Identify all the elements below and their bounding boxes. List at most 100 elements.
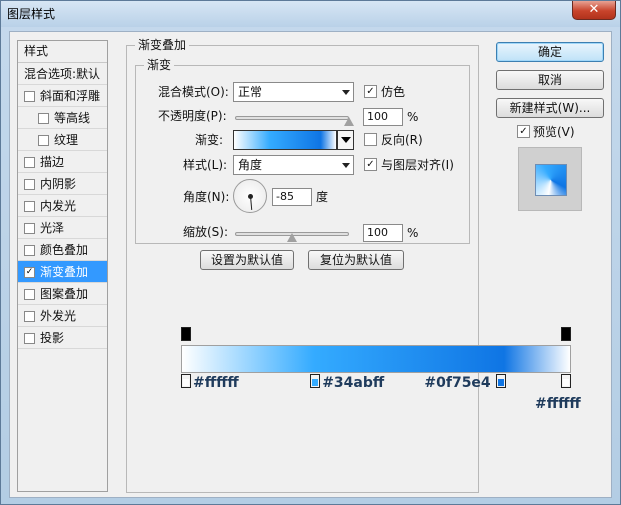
opacity-unit: % [407,110,419,124]
preview-checkbox[interactable]: ✓ [517,125,530,138]
reverse-label: 反向(R) [381,133,423,147]
color-stop-label-1: #34abff [322,375,385,391]
style-item-label: 图案叠加 [40,287,89,301]
style-list: 样式 混合选项:默认 斜面和浮雕等高线纹理描边内阴影内发光光泽颜色叠加 ✓ 渐变叠加… [17,40,108,492]
ok-button[interactable]: 确定 [496,42,604,62]
style-item-label: 外发光 [40,309,77,323]
checkmark-icon: ✓ [366,86,375,97]
color-stop-1[interactable] [310,374,321,388]
style-item-8[interactable]: ✓ 渐变叠加 [18,261,107,283]
blend-options-item[interactable]: 混合选项:默认 [18,63,107,85]
style-item-1[interactable]: 等高线 [18,107,107,129]
color-stop-label-2: #0f75e4 [424,375,491,391]
align-with-layer-checkbox[interactable]: ✓ [364,158,377,171]
blend-mode-label: 混合模式(O): [158,85,229,99]
style-item-checkbox[interactable] [38,113,49,124]
gradient-style-select[interactable]: 角度 [233,155,354,175]
style-item-0[interactable]: 斜面和浮雕 [18,85,107,107]
style-item-6[interactable]: 光泽 [18,217,107,239]
make-default-button[interactable]: 设置为默认值 [200,250,294,270]
layer-style-dialog: 图层样式 ✕ 样式 混合选项:默认 斜面和浮雕等高线纹理描边内阴影内发光光泽颜色… [0,0,621,505]
style-item-3[interactable]: 描边 [18,151,107,173]
style-item-checkbox[interactable] [24,311,35,322]
style-item-checkbox[interactable] [24,223,35,234]
style-label: 样式(L): [183,158,228,172]
style-item-checkbox[interactable] [24,179,35,190]
color-stop-3[interactable] [561,374,571,388]
style-item-checkbox[interactable]: ✓ [24,267,35,278]
gradient-swatch[interactable] [233,130,337,150]
color-stop-0[interactable] [181,374,191,388]
cancel-button[interactable]: 取消 [496,70,604,90]
style-item-5[interactable]: 内发光 [18,195,107,217]
scale-unit: % [407,226,419,240]
angle-label: 角度(N): [183,190,230,204]
angle-input[interactable]: -85 [272,188,312,206]
angle-dial[interactable] [233,179,267,213]
dither-label: 仿色 [381,85,406,99]
style-item-label: 投影 [40,331,65,345]
style-item-label: 颜色叠加 [40,243,89,257]
reverse-checkbox[interactable] [364,133,377,146]
scale-label: 缩放(S): [183,225,229,239]
style-item-label: 斜面和浮雕 [40,89,101,103]
close-button[interactable]: ✕ [572,1,616,20]
style-item-checkbox[interactable] [24,289,35,300]
style-item-label: 描边 [40,155,65,169]
style-item-label: 光泽 [40,221,65,235]
style-item-checkbox[interactable] [24,245,35,256]
gradient-subgroup: 渐变 混合模式(O): 正常 ✓ 仿色 不透明度(P): 100 % 渐变: 反… [135,58,470,244]
style-item-checkbox[interactable] [24,201,35,212]
subgroup-title: 渐变 [144,58,175,72]
checkmark-icon: ✓ [519,126,528,137]
color-stop-label-0: #ffffff [193,375,239,391]
opacity-input[interactable]: 100 [363,108,403,126]
style-item-7[interactable]: 颜色叠加 [18,239,107,261]
style-item-4[interactable]: 内阴影 [18,173,107,195]
title-bar[interactable]: 图层样式 ✕ [1,1,620,27]
style-item-checkbox[interactable] [24,333,35,344]
color-stop-fill [563,379,569,386]
gradient-picker-button[interactable] [337,130,354,150]
style-item-label: 等高线 [54,111,91,125]
gradient-label: 渐变: [195,133,224,147]
opacity-slider-thumb[interactable] [344,117,354,126]
new-style-button[interactable]: 新建样式(W)... [496,98,604,118]
style-preview-thumbnail [518,147,582,211]
gradient-style-value: 角度 [238,158,263,172]
opacity-slider[interactable] [235,116,349,120]
style-item-checkbox[interactable] [24,157,35,168]
gradient-editor-bar[interactable] [181,345,571,373]
blend-mode-select[interactable]: 正常 [233,82,354,102]
chevron-down-icon [342,163,350,168]
style-list-header[interactable]: 样式 [18,41,107,63]
angle-unit: 度 [316,190,329,204]
chevron-down-icon [342,90,350,95]
preview-label: 预览(V) [533,125,575,139]
color-stop-2[interactable] [496,374,507,388]
preview-swatch [535,164,567,196]
style-item-label: 渐变叠加 [40,265,89,279]
dialog-client: 样式 混合选项:默认 斜面和浮雕 等高线 纹理 描边 内阴影 内发光 光泽 颜色叠加 ✓ 渐变叠加… [9,31,612,498]
color-stop-fill [498,379,505,386]
window-title: 图层样式 [7,7,56,21]
reset-default-button[interactable]: 复位为默认值 [308,250,404,270]
style-item-checkbox[interactable] [24,91,35,102]
dither-checkbox[interactable]: ✓ [364,85,377,98]
scale-slider-thumb[interactable] [287,233,297,242]
style-item-checkbox[interactable] [38,135,49,146]
checkmark-icon: ✓ [366,159,375,170]
scale-input[interactable]: 100 [363,224,403,242]
style-item-label: 内发光 [40,199,77,213]
style-item-label: 内阴影 [40,177,77,191]
group-title: 渐变叠加 [135,38,190,52]
opacity-stop-1[interactable] [561,327,571,341]
color-stop-fill [183,379,189,386]
blend-mode-value: 正常 [238,85,263,99]
opacity-stop-0[interactable] [181,327,191,341]
style-item-11[interactable]: 投影 [18,327,107,349]
gradient-overlay-group: 渐变叠加 渐变 混合模式(O): 正常 ✓ 仿色 不透明度(P): 100 % … [126,38,479,493]
style-item-2[interactable]: 纹理 [18,129,107,151]
style-item-9[interactable]: 图案叠加 [18,283,107,305]
style-item-10[interactable]: 外发光 [18,305,107,327]
